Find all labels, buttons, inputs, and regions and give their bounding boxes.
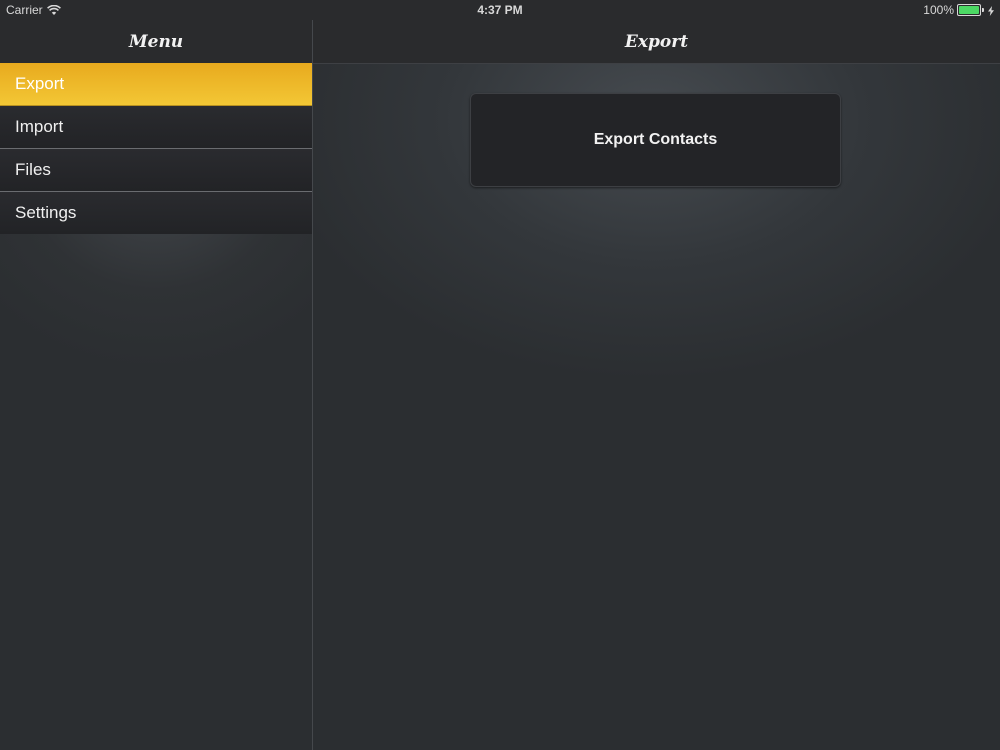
menu-item-label: Export bbox=[15, 74, 65, 93]
status-time: 4:37 PM bbox=[477, 3, 523, 17]
sidebar-title: Menu bbox=[128, 31, 184, 52]
menu-item-label: Import bbox=[15, 117, 64, 136]
status-right: 100% bbox=[923, 3, 994, 17]
battery-percent: 100% bbox=[923, 3, 954, 17]
menu-item-export[interactable]: Export bbox=[0, 63, 312, 106]
page-title: Export bbox=[624, 31, 689, 52]
menu-item-settings[interactable]: Settings bbox=[0, 192, 312, 234]
menu-list: Export Import Files Settings bbox=[0, 63, 312, 234]
main-nav-bar: Export bbox=[313, 20, 1000, 64]
status-bar: Carrier 4:37 PM 100% bbox=[0, 0, 1000, 20]
charging-icon bbox=[988, 5, 994, 16]
menu-item-label: Files bbox=[15, 160, 51, 179]
menu-item-import[interactable]: Import bbox=[0, 106, 312, 149]
battery-icon bbox=[957, 4, 984, 16]
export-contacts-label: Export Contacts bbox=[593, 131, 718, 148]
main-panel: Export Export Contacts bbox=[313, 0, 1000, 750]
sidebar-nav-bar: Menu bbox=[0, 20, 312, 64]
sidebar: Menu Export Import Files Settings bbox=[0, 0, 313, 750]
export-contacts-button[interactable]: Export Contacts bbox=[470, 93, 841, 187]
menu-item-files[interactable]: Files bbox=[0, 149, 312, 192]
menu-item-label: Settings bbox=[15, 203, 77, 222]
